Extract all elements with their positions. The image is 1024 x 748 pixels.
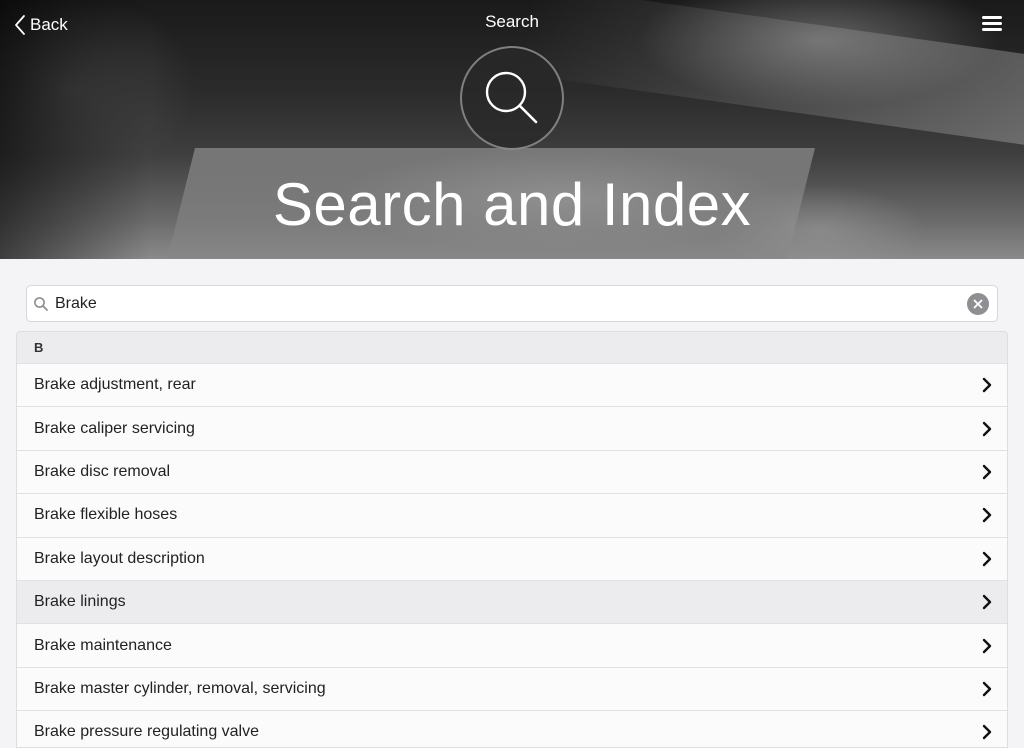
magnifier-icon [485, 71, 538, 124]
hero-header: Back Search Search and Index [0, 0, 1024, 259]
hamburger-icon-bar [982, 22, 1002, 25]
list-item[interactable]: Brake maintenance [17, 624, 1007, 668]
index-list-items: Brake adjustment, rear Brake caliper serv… [17, 364, 1007, 747]
list-item-label: Brake adjustment, rear [34, 376, 196, 394]
close-icon [973, 299, 983, 308]
list-item[interactable]: Brake caliper servicing [17, 407, 1007, 451]
list-item-label: Brake linings [34, 593, 126, 611]
chevron-right-icon [982, 681, 992, 697]
list-item[interactable]: Brake linings [17, 580, 1007, 625]
list-item[interactable]: Brake master cylinder, removal, servicin… [17, 667, 1007, 712]
search-bar [26, 285, 998, 322]
list-item[interactable]: Brake adjustment, rear [17, 364, 1007, 408]
chevron-right-icon [982, 638, 992, 653]
list-item-label: Brake caliper servicing [34, 419, 195, 437]
search-icon [34, 296, 48, 311]
chevron-right-icon [982, 594, 992, 610]
list-item[interactable]: Brake flexible hoses [17, 494, 1007, 538]
list-item-label: Brake disc removal [34, 462, 171, 480]
chevron-right-icon [982, 508, 992, 523]
chevron-right-icon [982, 551, 992, 566]
list-item-label: Brake master cylinder, removal, servicin… [34, 679, 326, 697]
index-list: B Brake adjustment, rear Brake caliper se… [16, 331, 1008, 748]
chevron-right-icon [982, 464, 992, 480]
list-item[interactable]: Brake layout description [17, 537, 1007, 581]
chevron-right-icon [982, 725, 992, 740]
section-header: B [17, 332, 1007, 364]
list-item[interactable]: Brake pressure regulating valve [17, 711, 1007, 747]
page-title: Search and Index [272, 171, 752, 238]
list-item-label: Brake flexible hoses [34, 506, 178, 524]
search-input[interactable] [55, 286, 967, 321]
list-item-label: Brake maintenance [34, 636, 172, 654]
hamburger-icon-bar [982, 28, 1002, 31]
hero-search-icon [460, 46, 564, 150]
list-item[interactable]: Brake disc removal [17, 450, 1007, 495]
hamburger-icon-bar [982, 16, 1002, 19]
chevron-right-icon [982, 377, 992, 393]
nav-title: Search [485, 12, 539, 31]
list-item-label: Brake pressure regulating valve [34, 723, 260, 741]
chevron-right-icon [982, 421, 992, 436]
clear-search-button[interactable] [967, 292, 989, 315]
list-item-label: Brake layout description [34, 549, 205, 567]
menu-button[interactable] [980, 14, 1004, 34]
